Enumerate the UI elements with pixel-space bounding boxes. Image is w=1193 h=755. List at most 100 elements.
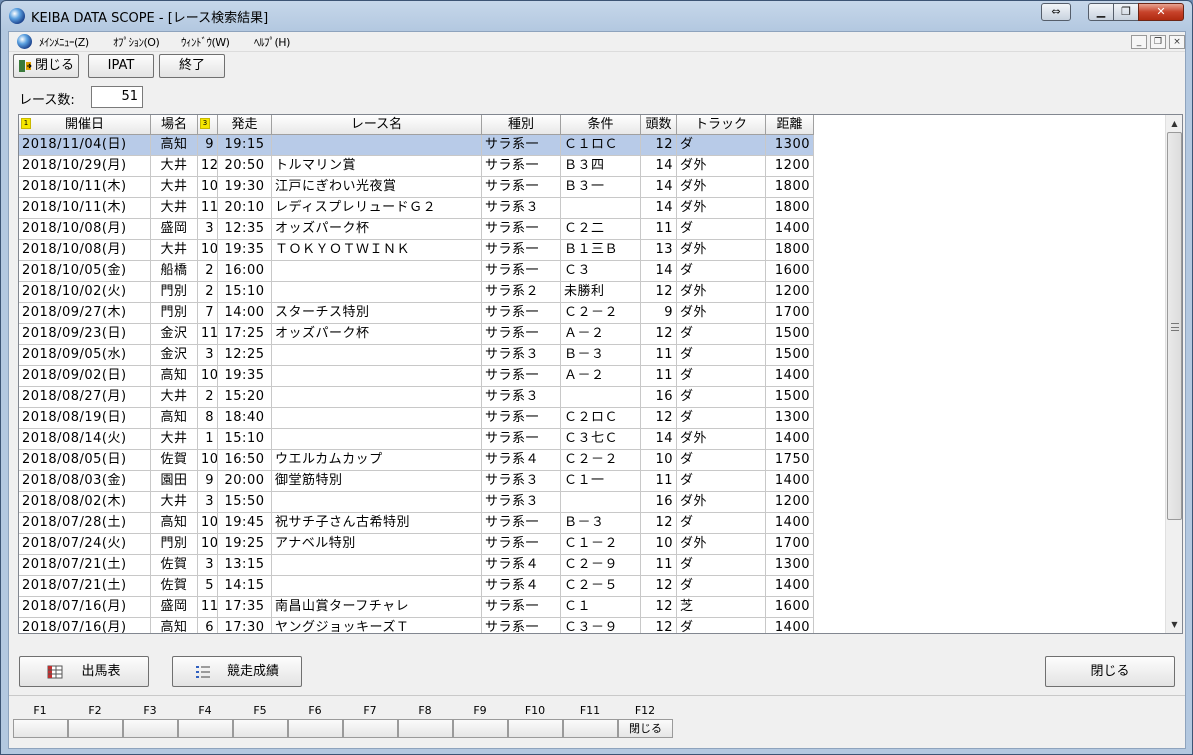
cell-post-time: 15:10: [218, 282, 272, 303]
table-row[interactable]: 2018/09/05(水) 金沢 3 12:25 サラ系３ Ｂ－３ 11 ダ 1500: [19, 345, 814, 366]
cell-category: サラ系一: [482, 135, 561, 156]
table-row[interactable]: 2018/10/11(木) 大井 10 19:30 江戸にぎわい光夜賞 サラ系一 Ｂ３一 14…: [19, 177, 814, 198]
cell-post-time: 17:35: [218, 597, 272, 618]
cell-condition: Ｃ２二: [561, 219, 641, 240]
table-row[interactable]: 2018/08/03(金) 園田 9 20:00 御堂筋特別 サラ系３ Ｃ１一 11 ダ 1400: [19, 471, 814, 492]
window-close-button[interactable]: ✕: [1138, 3, 1184, 21]
cell-runners: 12: [641, 597, 677, 618]
table-row[interactable]: 2018/10/08(月) 大井 10 19:35 ＴＯＫＹＯＴＷＩＮＫ サラ系一 Ｂ１三Ｂ…: [19, 240, 814, 261]
table-row[interactable]: 2018/07/21(土) 佐賀 5 14:15 サラ系４ Ｃ２－５ 12 ダ 1400: [19, 576, 814, 597]
exit-button[interactable]: 終了: [159, 54, 225, 78]
table-row[interactable]: 2018/08/02(木) 大井 3 15:50 サラ系３ 16 ダ外 1200: [19, 492, 814, 513]
cell-race-no: 3: [198, 555, 218, 576]
vertical-scrollbar[interactable]: ▲ ▼: [1165, 115, 1182, 633]
column-header-runners[interactable]: 頭数: [641, 115, 677, 135]
entries-table-button[interactable]: 出馬表: [19, 656, 149, 687]
race-results-grid[interactable]: 開催日 1 場名 3 発走 レース名 種別 条件 頭数 トラック 距離 2018/11/04(日) 高…: [18, 114, 1183, 634]
column-header-condition[interactable]: 条件: [561, 115, 641, 135]
minimize-button[interactable]: ▁: [1088, 3, 1114, 21]
cell-category: サラ系一: [482, 618, 561, 633]
maximize-button[interactable]: ❐: [1113, 3, 1139, 21]
table-row[interactable]: 2018/08/14(火) 大井 1 15:10 サラ系一 Ｃ３七Ｃ 14 ダ外 1400: [19, 429, 814, 450]
table-row[interactable]: 2018/08/27(月) 大井 2 15:20 サラ系３ 16 ダ 1500: [19, 387, 814, 408]
cell-category: サラ系４: [482, 450, 561, 471]
entries-table-label: 出馬表: [81, 664, 121, 679]
column-header-distance[interactable]: 距離: [766, 115, 814, 135]
fkey-button-f12[interactable]: 閉じる: [618, 719, 673, 738]
cell-condition: Ｃ２－２: [561, 303, 641, 324]
column-header-race-no[interactable]: 3: [198, 115, 218, 135]
table-row[interactable]: 2018/09/27(木) 門別 7 14:00 スターチス特別 サラ系一 Ｃ２－２ 9 ダ外 1…: [19, 303, 814, 324]
cell-track: ダ: [677, 366, 766, 387]
table-row[interactable]: 2018/07/28(土) 高知 10 19:45 祝サチ子さん古希特別 サラ系一 Ｂ－３ 1…: [19, 513, 814, 534]
fkey-button-f9[interactable]: [453, 719, 508, 738]
mdi-close-button[interactable]: ×: [1169, 35, 1185, 49]
cell-category: サラ系一: [482, 177, 561, 198]
bottom-close-button[interactable]: 閉じる: [1045, 656, 1175, 687]
cell-post-time: 20:10: [218, 198, 272, 219]
scroll-up-arrow-icon[interactable]: ▲: [1166, 115, 1182, 132]
scroll-down-arrow-icon[interactable]: ▼: [1166, 616, 1182, 633]
cell-race-name: [272, 576, 482, 597]
cell-date: 2018/09/05(水): [19, 345, 151, 366]
fkey-button-f10[interactable]: [508, 719, 563, 738]
table-row[interactable]: 2018/07/21(土) 佐賀 3 13:15 サラ系４ Ｃ２－９ 11 ダ 1300: [19, 555, 814, 576]
fkey-button-f8[interactable]: [398, 719, 453, 738]
fkey-button-f3[interactable]: [123, 719, 178, 738]
table-row[interactable]: 2018/09/23(日) 金沢 11 17:25 オッズパーク杯 サラ系一 Ａ－２ 12 ダ 1…: [19, 324, 814, 345]
fkey-button-f1[interactable]: [13, 719, 68, 738]
column-header-venue[interactable]: 場名: [151, 115, 198, 135]
menu-main[interactable]: ﾒｲﾝﾒﾆｭｰ(Z): [39, 34, 89, 50]
cell-condition: Ｂ３一: [561, 177, 641, 198]
cell-venue: 大井: [151, 492, 198, 513]
fkey-button-f6[interactable]: [288, 719, 343, 738]
table-row[interactable]: 2018/11/04(日) 高知 9 19:15 サラ系一 Ｃ１ロＣ 12 ダ 1300: [19, 135, 814, 156]
cell-runners: 14: [641, 156, 677, 177]
fkey-button-f2[interactable]: [68, 719, 123, 738]
table-row[interactable]: 2018/10/05(金) 船橋 2 16:00 サラ系一 Ｃ３ 14 ダ 1600: [19, 261, 814, 282]
scroll-thumb[interactable]: [1167, 132, 1182, 520]
cell-date: 2018/07/16(月): [19, 597, 151, 618]
cell-race-name: オッズパーク杯: [272, 324, 482, 345]
menu-help[interactable]: ﾍﾙﾌﾟ(H): [254, 34, 290, 50]
cell-distance: 1200: [766, 156, 814, 177]
mdi-restore-button[interactable]: ❐: [1150, 35, 1166, 49]
table-row[interactable]: 2018/07/24(火) 門別 10 19:25 アナベル特別 サラ系一 Ｃ１－２ 10 ダ外…: [19, 534, 814, 555]
column-header-track[interactable]: トラック: [677, 115, 766, 135]
column-header-post-time[interactable]: 発走: [218, 115, 272, 135]
race-results-button[interactable]: 競走成績: [172, 656, 302, 687]
cell-race-name: 祝サチ子さん古希特別: [272, 513, 482, 534]
table-row[interactable]: 2018/08/05(日) 佐賀 10 16:50 ウエルカムカップ サラ系４ Ｃ２－２ 10…: [19, 450, 814, 471]
column-header-date[interactable]: 開催日 1: [19, 115, 151, 135]
menu-globe-icon[interactable]: [17, 34, 32, 49]
fkey-button-f7[interactable]: [343, 719, 398, 738]
ipat-button[interactable]: IPAT: [88, 54, 154, 78]
table-row[interactable]: 2018/08/19(日) 高知 8 18:40 サラ系一 Ｃ２ロＣ 12 ダ 1300: [19, 408, 814, 429]
title-bar[interactable]: KEIBA DATA SCOPE - [レース検索結果] ⇔ ▁ ❐ ✕: [1, 1, 1192, 31]
column-header-race-name[interactable]: レース名: [272, 115, 482, 135]
column-header-category[interactable]: 種別: [482, 115, 561, 135]
cell-runners: 11: [641, 345, 677, 366]
cell-race-name: 江戸にぎわい光夜賞: [272, 177, 482, 198]
toolbar-close-label: 閉じる: [34, 58, 74, 73]
fkey-button-f5[interactable]: [233, 719, 288, 738]
mdi-minimize-button[interactable]: _: [1131, 35, 1147, 49]
table-row[interactable]: 2018/10/02(火) 門別 2 15:10 サラ系２ 未勝利 12 ダ外 1200: [19, 282, 814, 303]
table-row[interactable]: 2018/10/11(木) 大井 11 20:10 レディスプレリュードＧ２ サラ系３ 14…: [19, 198, 814, 219]
window-title: KEIBA DATA SCOPE - [レース検索結果]: [31, 11, 269, 26]
menu-options[interactable]: ｵﾌﾟｼｮﾝ(O): [113, 34, 160, 50]
fkey-button-f4[interactable]: [178, 719, 233, 738]
table-row[interactable]: 2018/07/16(月) 高知 6 17:30 ヤングジョッキーズＴ サラ系一 Ｃ３－９ 1…: [19, 618, 814, 633]
table-row[interactable]: 2018/07/16(月) 盛岡 11 17:35 南昌山賞ターフチャレ サラ系一 Ｃ１ 12…: [19, 597, 814, 618]
cell-condition: Ｃ３: [561, 261, 641, 282]
fkey-button-f11[interactable]: [563, 719, 618, 738]
table-row[interactable]: 2018/10/08(月) 盛岡 3 12:35 オッズパーク杯 サラ系一 Ｃ２二 11 ダ 14…: [19, 219, 814, 240]
resize-arrows-icon[interactable]: ⇔: [1041, 3, 1071, 21]
toolbar-close-button[interactable]: 閉じる: [13, 54, 79, 78]
table-row[interactable]: 2018/10/29(月) 大井 12 20:50 トルマリン賞 サラ系一 Ｂ３四 14 ダ外 1…: [19, 156, 814, 177]
table-row[interactable]: 2018/09/02(日) 高知 10 19:35 サラ系一 Ａ－２ 11 ダ 1400: [19, 366, 814, 387]
cell-post-time: 17:30: [218, 618, 272, 633]
menu-window[interactable]: ｳｨﾝﾄﾞｳ(W): [181, 34, 230, 50]
cell-runners: 12: [641, 513, 677, 534]
cell-race-no: 3: [198, 345, 218, 366]
